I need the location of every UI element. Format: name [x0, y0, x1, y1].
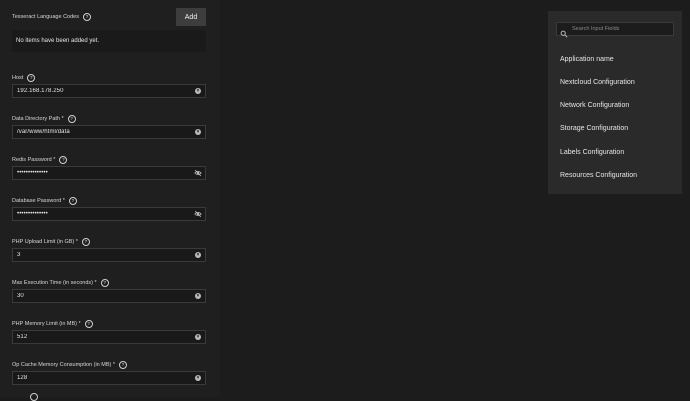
search-input[interactable]: Search Input Fields	[556, 22, 674, 38]
help-icon[interactable]: ?	[81, 238, 90, 246]
sidebar-item-labels-configuration[interactable]: Labels Configuration	[560, 149, 624, 156]
host-label: Host	[12, 75, 24, 81]
db-password-value[interactable]: ••••••••••••••	[13, 211, 194, 217]
sidebar-item-application-name[interactable]: Application name	[560, 56, 614, 63]
max-exec-value[interactable]: 30	[13, 293, 194, 299]
sidebar-item-storage-configuration[interactable]: Storage Configuration	[560, 125, 628, 132]
redis-password-label: Redis Password *	[12, 157, 56, 163]
opcache-label-row: Op Cache Memory Consumption (in MB) * ?	[12, 361, 128, 369]
help-icon[interactable]: ?	[27, 74, 36, 82]
max-exec-label-row: Max Execution Time (in seconds) * ?	[12, 279, 109, 287]
data-dir-input[interactable]: /var/www/html/data ×	[12, 125, 206, 139]
clear-icon[interactable]: ×	[194, 333, 202, 341]
opcache-label: Op Cache Memory Consumption (in MB) *	[12, 362, 116, 368]
empty-list: No items have been added yet.	[12, 30, 206, 52]
empty-list-text: No items have been added yet.	[16, 38, 100, 44]
tesseract-label-row: Tesseract Language Codes ?	[12, 13, 91, 21]
data-dir-label-row: Data Directory Path * ?	[12, 115, 76, 123]
sidebar-item-network-configuration[interactable]: Network Configuration	[560, 102, 629, 109]
opcache-input[interactable]: 128 ×	[12, 371, 206, 385]
host-input[interactable]: 192.168.178.250 ×	[12, 84, 206, 98]
help-icon[interactable]: ?	[84, 320, 93, 328]
host-value[interactable]: 192.168.178.250	[13, 88, 194, 94]
help-icon[interactable]: ?	[100, 279, 109, 287]
php-memory-label-row: PHP Memory Limit (in MB) * ?	[12, 320, 93, 328]
search-placeholder[interactable]: Search Input Fields	[572, 26, 619, 32]
eye-off-icon[interactable]	[194, 210, 202, 218]
php-memory-value[interactable]: 512	[13, 334, 194, 340]
help-icon[interactable]: ?	[59, 156, 68, 164]
php-upload-label-row: PHP Upload Limit (in GB) * ?	[12, 238, 90, 246]
db-password-label: Database Password *	[12, 198, 65, 204]
help-icon[interactable]: ?	[67, 115, 76, 123]
php-upload-value[interactable]: 3	[13, 252, 194, 258]
php-upload-label: PHP Upload Limit (in GB) *	[12, 239, 78, 245]
clear-icon[interactable]: ×	[194, 374, 202, 382]
eye-off-icon[interactable]	[194, 169, 202, 177]
sidebar-item-nextcloud-configuration[interactable]: Nextcloud Configuration	[560, 79, 635, 86]
redis-password-label-row: Redis Password * ?	[12, 156, 68, 164]
clear-icon[interactable]: ×	[194, 128, 202, 136]
help-icon[interactable]: ?	[82, 13, 91, 21]
redis-password-input[interactable]: ••••••••••••••	[12, 166, 206, 180]
clear-icon[interactable]: ×	[194, 87, 202, 95]
sidebar-panel: Search Input Fields Application name Nex…	[548, 11, 682, 194]
form-column: Tesseract Language Codes ? Add No items …	[0, 0, 220, 401]
db-password-input[interactable]: ••••••••••••••	[12, 207, 206, 221]
php-upload-input[interactable]: 3 ×	[12, 248, 206, 262]
opcache-value[interactable]: 128	[13, 375, 194, 381]
help-icon[interactable]: ?	[119, 361, 128, 369]
add-button[interactable]: Add	[176, 8, 206, 26]
redis-password-value[interactable]: ••••••••••••••	[13, 170, 194, 176]
data-dir-value[interactable]: /var/www/html/data	[13, 129, 194, 135]
php-memory-input[interactable]: 512 ×	[12, 330, 206, 344]
sidebar-item-resources-configuration[interactable]: Resources Configuration	[560, 172, 637, 179]
db-password-label-row: Database Password * ?	[12, 197, 77, 205]
search-icon	[560, 25, 568, 38]
max-exec-input[interactable]: 30 ×	[12, 289, 206, 303]
tesseract-label: Tesseract Language Codes	[12, 14, 79, 20]
help-icon[interactable]: ?	[68, 197, 77, 205]
host-label-row: Host ?	[12, 74, 36, 82]
max-exec-label: Max Execution Time (in seconds) *	[12, 280, 97, 286]
clear-icon[interactable]: ×	[194, 251, 202, 259]
data-dir-label: Data Directory Path *	[12, 116, 64, 122]
clear-icon[interactable]: ×	[194, 292, 202, 300]
php-memory-label: PHP Memory Limit (in MB) *	[12, 321, 81, 327]
help-icon[interactable]	[30, 393, 38, 401]
